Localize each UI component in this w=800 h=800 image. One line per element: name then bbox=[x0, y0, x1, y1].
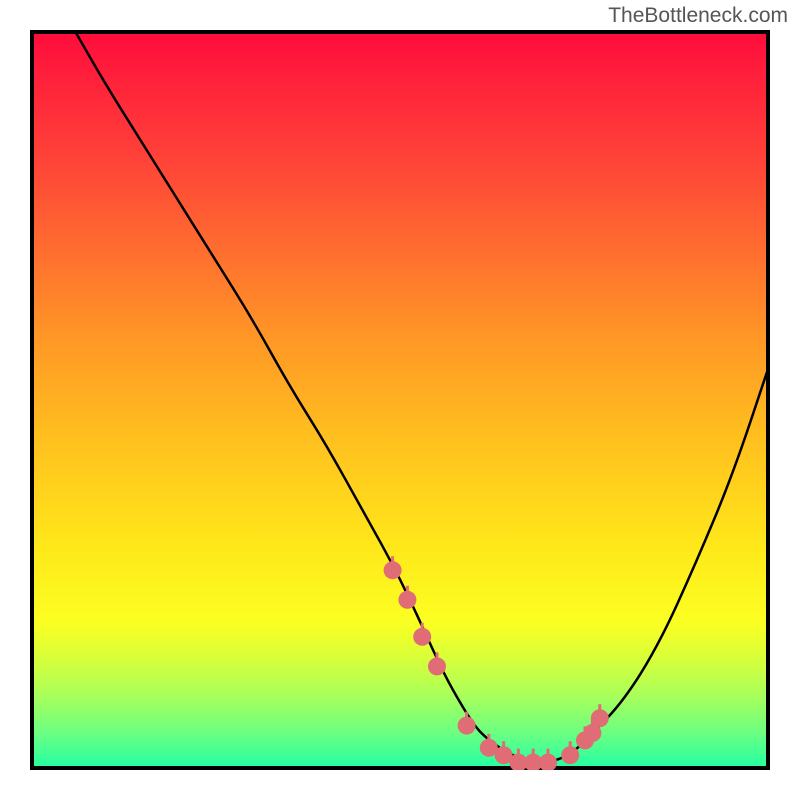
gradient-background bbox=[30, 30, 770, 770]
chart-container: TheBottleneck.com bbox=[0, 0, 800, 800]
watermark-text: TheBottleneck.com bbox=[608, 4, 788, 28]
plot-area bbox=[30, 30, 770, 770]
